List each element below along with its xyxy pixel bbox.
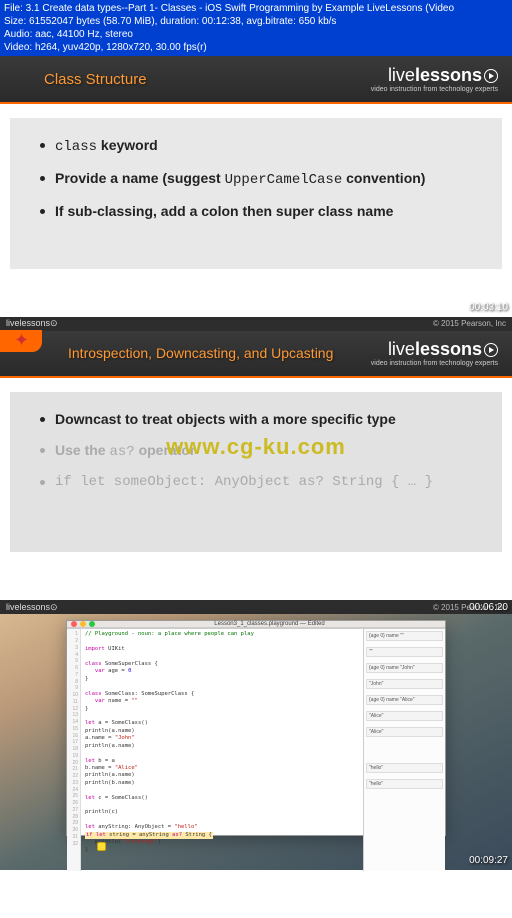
slide1-header: Class Structure livelessons video instru…: [0, 56, 512, 104]
result-line: "hello": [366, 779, 443, 789]
bullet-dot: [40, 480, 45, 485]
slide1-bullet-3: If sub-classing, add a colon then super …: [34, 202, 478, 221]
cursor-icon: [97, 842, 106, 851]
code-text: class: [55, 139, 97, 155]
maximize-icon[interactable]: [89, 621, 95, 627]
window-titlebar: Lesson3_1_classes.playground — Edited: [67, 621, 445, 628]
minimize-icon[interactable]: [80, 621, 86, 627]
meta-file: File: 3.1 Create data types--Part 1- Cla…: [4, 2, 508, 15]
code-text: UpperCamelCase: [225, 172, 343, 188]
timestamp: 00:03:10: [469, 302, 508, 313]
play-icon: [484, 343, 498, 357]
slide2-bullet-2: Use the as? operator: [34, 441, 478, 462]
result-line: {age 0} name "John": [366, 663, 443, 673]
tiny-logo: livelessons⊙: [6, 602, 58, 613]
bullet-dot: [40, 209, 45, 214]
logo-tagline: video instruction from technology expert…: [371, 86, 498, 93]
brand-logo: livelessons video instruction from techn…: [371, 65, 498, 93]
result-line: "Alice": [366, 727, 443, 737]
star-icon: ✦: [14, 330, 29, 351]
close-icon[interactable]: [71, 621, 77, 627]
play-icon: [484, 69, 498, 83]
bullet-text: keyword: [97, 137, 158, 153]
spacer: [0, 572, 512, 600]
tiny-logo: livelessons⊙: [6, 318, 58, 329]
logo-lessons: lessons: [415, 65, 482, 85]
results-panel: {age 0} name "" "" {age 0} name "John" "…: [363, 629, 445, 871]
video-metadata: File: 3.1 Create data types--Part 1- Cla…: [0, 0, 512, 56]
meta-audio: Audio: aac, 44100 Hz, stereo: [4, 28, 508, 41]
slide2-header: Introspection, Downcasting, and Upcastin…: [0, 330, 512, 378]
spacer: [0, 289, 512, 317]
slide3-top-strip: livelessons⊙ © 2015 Pearson, Inc: [0, 600, 512, 614]
slide2-top-strip: livelessons⊙ © 2015 Pearson, Inc 00:03:1…: [0, 317, 512, 331]
result-line: "": [366, 647, 443, 657]
result-line: {age 0} name "": [366, 631, 443, 641]
bullet-text: Use the: [55, 442, 109, 458]
bullet-dot: [40, 417, 45, 422]
slide2-body-wrap: Downcast to treat objects with a more sp…: [0, 392, 512, 573]
slide1-bullet-2: Provide a name (suggest UpperCamelCase c…: [34, 169, 478, 190]
slide2-title: Introspection, Downcasting, and Upcastin…: [68, 345, 333, 361]
result-line: "hello": [366, 763, 443, 773]
bullet-text: operator: [135, 442, 196, 458]
slide1-body-wrap: class keyword Provide a name (suggest Up…: [0, 118, 512, 289]
slide2-bullet-3: if let someObject: AnyObject as? String …: [34, 473, 478, 492]
desktop-background: Lesson3_1_classes.playground — Edited 1 …: [0, 614, 512, 870]
bullet-dot: [40, 176, 45, 181]
screenshot-slide: Lesson3_1_classes.playground — Edited 1 …: [0, 614, 512, 870]
slide2-body: Downcast to treat objects with a more sp…: [10, 392, 502, 553]
bullet-text: Provide a name (suggest: [55, 170, 225, 186]
logo-tagline: video instruction from technology expert…: [371, 360, 498, 367]
logo-lessons: lessons: [415, 339, 482, 359]
bullet-dot: [40, 448, 45, 453]
meta-size: Size: 61552047 bytes (58.70 MiB), durati…: [4, 15, 508, 28]
bullet-text: convention): [342, 170, 425, 186]
bullet-text: If sub-classing, add a colon then super …: [55, 202, 393, 221]
window-body: 1 2 3 4 5 6 7 8 9 10 11 12 13 14 15 16 1…: [67, 629, 445, 871]
slide1-body: class keyword Provide a name (suggest Up…: [10, 118, 502, 269]
window-title: Lesson3_1_classes.playground — Edited: [214, 621, 324, 627]
slide1-bullet-1: class keyword: [34, 136, 478, 157]
code-text: if let someObject: AnyObject as? String …: [55, 473, 433, 492]
timestamp: 00:06:20: [469, 602, 508, 613]
result-line: "Alice": [366, 711, 443, 721]
slide1-title: Class Structure: [44, 71, 147, 88]
result-line: "John": [366, 679, 443, 689]
bullet-dot: [40, 143, 45, 148]
code-editor[interactable]: // Playground - noun: a place where peop…: [81, 629, 363, 871]
meta-video: Video: h264, yuv420p, 1280x720, 30.00 fp…: [4, 41, 508, 54]
xcode-window: Lesson3_1_classes.playground — Edited 1 …: [66, 620, 446, 836]
bullet-text: Downcast to treat objects with a more sp…: [55, 410, 396, 429]
result-line: {age 0} name "Alice": [366, 695, 443, 705]
copyright: © 2015 Pearson, Inc: [433, 319, 506, 328]
logo-live: live: [388, 339, 415, 359]
brand-logo: livelessons video instruction from techn…: [371, 339, 498, 367]
orange-tab: ✦: [0, 330, 42, 352]
code-text: as?: [109, 444, 134, 460]
line-gutter: 1 2 3 4 5 6 7 8 9 10 11 12 13 14 15 16 1…: [67, 629, 81, 871]
logo-live: live: [388, 65, 415, 85]
timestamp: 00:09:27: [469, 855, 508, 866]
slide2-bullet-1: Downcast to treat objects with a more sp…: [34, 410, 478, 429]
